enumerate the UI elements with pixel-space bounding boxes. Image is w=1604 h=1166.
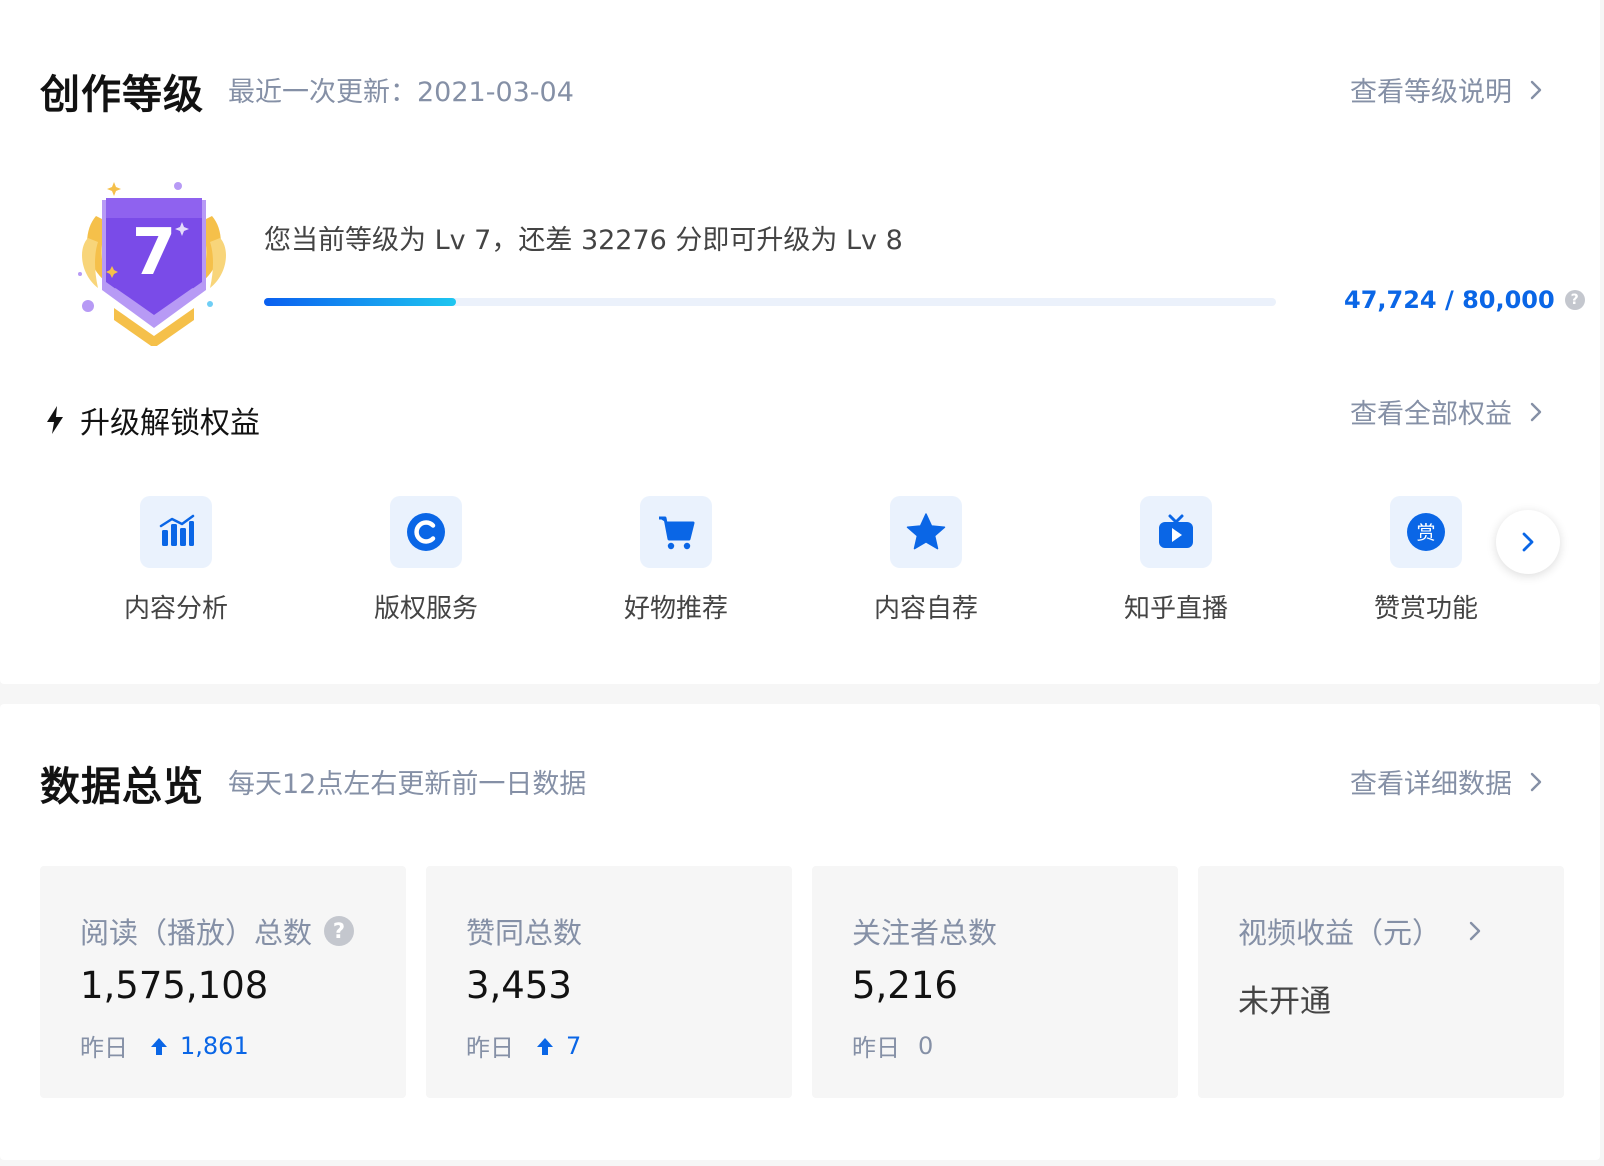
detailed-data-label: 查看详细数据 (1350, 769, 1512, 800)
benefit-icon-box (390, 496, 462, 568)
tv-play-icon (1159, 514, 1193, 548)
stat-value: 3,453 (466, 964, 572, 1007)
benefit-reward[interactable]: 赏 赞赏功能 (1336, 496, 1516, 625)
benefit-icon-box (640, 496, 712, 568)
benefit-icon-box (140, 496, 212, 568)
stat-delta: 昨日 7 (466, 1028, 581, 1063)
question-icon[interactable]: ? (1564, 290, 1585, 310)
benefit-icon-box (1140, 496, 1212, 568)
level-badge-number: 7 (132, 216, 177, 290)
chevron-right-icon (1469, 921, 1481, 941)
benefit-label: 好物推荐 (623, 594, 728, 624)
stat-label-row: 赞同总数 (466, 910, 582, 952)
chevron-right-icon (1530, 402, 1542, 421)
overview-subtitle: 每天12点左右更新前一日数据 (228, 769, 587, 800)
level-badge-icon: 7 (78, 182, 226, 346)
stat-delta-value: 7 (566, 1031, 582, 1060)
benefit-product-recommend[interactable]: 好物推荐 (586, 496, 766, 625)
benefit-copyright-service[interactable]: 版权服务 (336, 496, 516, 625)
chevron-right-icon (1530, 80, 1542, 99)
stat-card-followers: 关注者总数 5,216 昨日 0 (812, 866, 1178, 1098)
level-description: 您当前等级为 Lv 7，还差 32276 分即可升级为 Lv 8 (264, 225, 903, 256)
stat-label: 赞同总数 (466, 916, 583, 950)
benefit-zhihu-live[interactable]: 知乎直播 (1086, 496, 1266, 625)
benefit-content-analysis[interactable]: 内容分析 (86, 496, 266, 625)
level-updated-time: 最近一次更新：2021-03-04 (228, 77, 574, 108)
chevron-right-icon (1530, 772, 1542, 791)
benefits-header: 升级解锁权益 (44, 398, 260, 442)
stat-label-row: 关注者总数 (852, 910, 997, 952)
lightning-icon (47, 406, 63, 434)
level-score-text: 47,724 / 80,000 (1344, 286, 1555, 314)
chevron-right-icon (1522, 532, 1534, 552)
stat-label: 视频收益（元） (1238, 916, 1442, 950)
detailed-data-link[interactable]: 查看详细数据 (1350, 762, 1546, 801)
reward-icon: 赏 (1407, 513, 1445, 551)
copyright-icon (407, 513, 445, 551)
stat-delta: 昨日 1,861 (80, 1028, 249, 1063)
stat-status: 未开通 (1238, 984, 1331, 1020)
arrow-up-icon (537, 1037, 553, 1055)
arrow-up-icon (151, 1037, 167, 1055)
chart-bar-icon (159, 514, 195, 546)
benefit-label: 内容分析 (123, 594, 228, 624)
benefits-title: 升级解锁权益 (80, 406, 260, 441)
cart-icon (659, 516, 695, 550)
stat-delta-label: 昨日 (466, 1034, 514, 1062)
benefit-label: 版权服务 (373, 594, 478, 624)
all-benefits-link[interactable]: 查看全部权益 (1350, 392, 1546, 431)
stat-delta: 昨日 0 (852, 1028, 933, 1063)
stat-value: 5,216 (852, 964, 958, 1007)
stat-label-row: 视频收益（元） (1238, 910, 1483, 952)
benefit-label: 内容自荐 (873, 594, 978, 624)
stat-delta-label: 昨日 (80, 1034, 128, 1062)
stat-label-row: 阅读（播放）总数 ? (80, 910, 355, 952)
benefit-icon-box: 赏 (1390, 496, 1462, 568)
all-benefits-label: 查看全部权益 (1350, 399, 1512, 430)
level-progress-fill (264, 298, 457, 306)
stat-card-upvotes: 赞同总数 3,453 昨日 7 (426, 866, 792, 1098)
benefit-label: 知乎直播 (1123, 594, 1228, 624)
level-title: 创作等级 (40, 72, 204, 118)
level-explain-link[interactable]: 查看等级说明 (1350, 70, 1546, 109)
stat-label: 阅读（播放）总数 (80, 916, 313, 950)
level-explain-label: 查看等级说明 (1350, 77, 1512, 108)
stat-delta-label: 昨日 (852, 1034, 900, 1062)
stat-delta-value: 1,861 (180, 1031, 249, 1060)
svg-text:赏: 赏 (1416, 522, 1435, 544)
level-score: 47,724 / 80,000 ? (1344, 286, 1585, 314)
benefit-label: 赞赏功能 (1373, 594, 1478, 624)
stat-card-reads: 阅读（播放）总数 ? 1,575,108 昨日 1,861 (40, 866, 406, 1098)
stat-value: 1,575,108 (80, 964, 269, 1007)
stat-label: 关注者总数 (852, 916, 998, 950)
benefit-content-self-recommend[interactable]: 内容自荐 (836, 496, 1016, 625)
benefit-icon-box (890, 496, 962, 568)
stat-delta-value: 0 (918, 1031, 934, 1060)
level-card: 创作等级 最近一次更新：2021-03-04 查看等级说明 7 您当前等级为 L… (0, 0, 1600, 684)
question-icon[interactable]: ? (324, 916, 355, 946)
star-icon (906, 513, 946, 550)
overview-title: 数据总览 (40, 764, 204, 810)
level-progress-bar (264, 298, 1276, 306)
stat-card-video-revenue[interactable]: 视频收益（元） 未开通 (1198, 866, 1564, 1098)
benefits-next-button[interactable] (1496, 510, 1560, 574)
